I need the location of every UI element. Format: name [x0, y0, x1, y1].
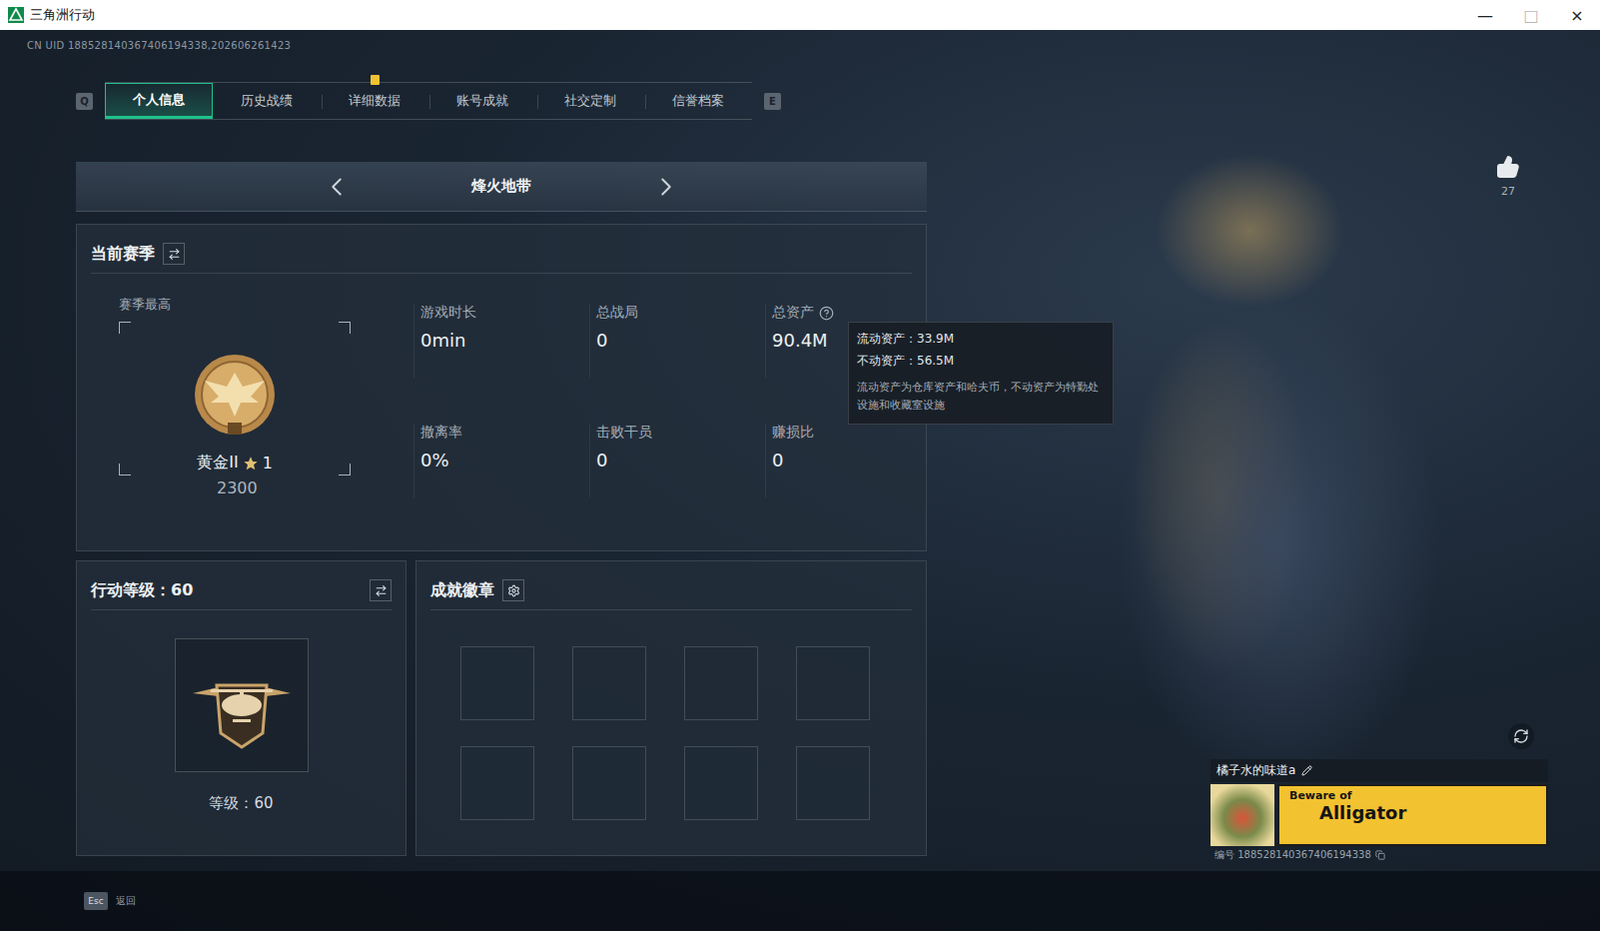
badges-panel: 成就徽章 — [415, 560, 927, 856]
badge-slot[interactable] — [796, 746, 870, 820]
gear-icon[interactable] — [507, 584, 521, 598]
rank-name: 黄金II — [196, 452, 238, 474]
best-label: 赛季最高 — [118, 295, 359, 314]
badge-settings-button[interactable] — [502, 579, 525, 602]
banner-title: Alligator — [1319, 801, 1537, 823]
app-logo-icon — [7, 6, 24, 23]
stat-label: 总资产 — [772, 303, 915, 322]
tooltip-line: 不动资产：56.5M — [856, 352, 1105, 370]
profile-screen: 三角洲行动—□× CN UID 188528140367406194338,202… — [0, 0, 1600, 931]
player-id: 编号 188528140367406194338 — [1214, 847, 1372, 862]
prev-mode-button[interactable] — [321, 171, 352, 202]
help-icon[interactable] — [818, 305, 834, 321]
stat-value: 0 — [596, 449, 766, 471]
badge-slot[interactable] — [684, 646, 759, 721]
uid-line: CN UID 188528140367406194338,20260626142… — [26, 39, 939, 54]
frame-corner — [338, 321, 351, 334]
frame-corner — [118, 463, 131, 476]
footer-bar: Esc 返回 — [0, 870, 1600, 931]
tab[interactable]: 社交定制 — [536, 82, 645, 119]
refresh-icon[interactable] — [1513, 728, 1530, 745]
next-mode-button[interactable] — [651, 171, 682, 202]
stat-label: 赚损比 — [772, 423, 915, 442]
like-count: 27 — [1501, 184, 1516, 198]
window-control[interactable]: — — [1462, 0, 1509, 30]
stat-label: 游戏时长 — [420, 303, 590, 322]
stats-grid: 游戏时长0min总战局0总资产90.4M撤离率0%击败干员0赚损比0 — [413, 303, 915, 498]
panel-title: 行动等级：60 — [90, 580, 193, 602]
asset-tooltip: 流动资产：33.9M 不动资产：56.5M 流动资产为仓库资产和哈夫币，不动资产为特… — [847, 321, 1114, 425]
stat: 撤离率 0% — [413, 423, 590, 498]
switch-button[interactable] — [369, 579, 392, 602]
stat-value: 0min — [420, 329, 590, 351]
badge-slot[interactable] — [460, 746, 535, 820]
gold-medal-icon — [184, 342, 285, 443]
tab[interactable]: 信誉档案 — [644, 82, 753, 119]
frame-corner — [338, 463, 351, 476]
helicopter-emblem-icon — [182, 655, 301, 756]
rank-block: 赛季最高黄金II 12300 — [90, 295, 359, 498]
badge-slot[interactable] — [684, 746, 759, 820]
rank-score: 2300 — [216, 478, 258, 498]
tab[interactable]: 历史战绩 — [212, 82, 321, 119]
switch-button[interactable] — [162, 242, 185, 265]
name-card: 橘子水的味道aBeware ofAlligator编号 188528140367… — [1210, 759, 1549, 862]
season-panel: 当前赛季赛季最高黄金II12300游戏时长0min总战局0总资产90.4M撤离率… — [75, 223, 927, 552]
title-bar: 三角洲行动—□× — [0, 0, 1600, 30]
stat-label: 击败干员 — [596, 423, 766, 442]
next-key-hint: E — [764, 92, 782, 110]
swap-icon[interactable] — [167, 247, 181, 261]
tab[interactable]: 个人信息 — [104, 82, 213, 119]
esc-key[interactable]: Esc — [83, 891, 108, 910]
stat: 游戏时长 0min — [413, 303, 590, 378]
refresh-button[interactable] — [1508, 723, 1535, 750]
frame-corner — [118, 321, 131, 334]
badge-slot[interactable] — [572, 746, 647, 820]
level-panel: 行动等级：60 等级：60 — [75, 560, 407, 856]
window-title: 三角洲行动 — [29, 5, 1463, 24]
edit-icon[interactable] — [1301, 765, 1313, 777]
badge-slot[interactable] — [460, 646, 535, 721]
stat: 总战局 0 — [589, 303, 766, 378]
back-label[interactable]: 返回 — [115, 893, 136, 908]
tab[interactable]: 详细数据 — [320, 82, 429, 119]
star-icon — [242, 455, 259, 472]
name-banner: Beware ofAlligator — [1277, 784, 1549, 846]
stat-label: 撤离率 — [420, 423, 590, 442]
panel-title: 当前赛季 — [90, 243, 155, 265]
prev-key-hint: Q — [75, 92, 93, 110]
tab[interactable]: 账号成就 — [428, 82, 537, 119]
swap-icon[interactable] — [374, 584, 388, 598]
thumbs-up-icon[interactable] — [1496, 154, 1521, 179]
mode-selector: 烽火地带 — [75, 161, 927, 212]
stat-value: 0 — [596, 329, 766, 351]
panel-title: 成就徽章 — [430, 580, 495, 602]
stat-value: 0 — [772, 449, 915, 471]
mode-label: 烽火地带 — [461, 176, 542, 196]
stat: 赚损比 0 — [765, 423, 915, 498]
like-button[interactable]: 27 — [1496, 154, 1521, 198]
window-control: □ — [1508, 0, 1555, 30]
tooltip-note: 流动资产为仓库资产和哈夫币，不动资产为特勤处设施和收藏室设施 — [856, 378, 1105, 414]
badge-slot[interactable] — [796, 646, 870, 721]
level-emblem — [174, 638, 309, 773]
alert-badge — [370, 74, 380, 85]
chevron-left-icon[interactable] — [321, 171, 352, 202]
stat: 击败干员 0 — [589, 423, 766, 498]
banner-text: Beware of — [1289, 789, 1537, 802]
character-render — [1048, 89, 1529, 871]
chevron-right-icon[interactable] — [651, 171, 682, 202]
tab-bar: Q 个人信息历史战绩详细数据账号成就社交定制信誉档案 E — [75, 81, 927, 120]
level-caption: 等级：60 — [208, 794, 273, 813]
badge-slot[interactable] — [572, 646, 647, 721]
window-control[interactable]: × — [1554, 0, 1600, 30]
player-name: 橘子水的味道a — [1216, 762, 1296, 780]
stat-label: 总战局 — [596, 303, 766, 322]
tooltip-line: 流动资产：33.9M — [856, 330, 1105, 348]
avatar — [1210, 784, 1275, 846]
copy-icon[interactable] — [1375, 849, 1386, 860]
stat-value: 0% — [420, 449, 590, 471]
star-count: 1 — [262, 453, 273, 473]
